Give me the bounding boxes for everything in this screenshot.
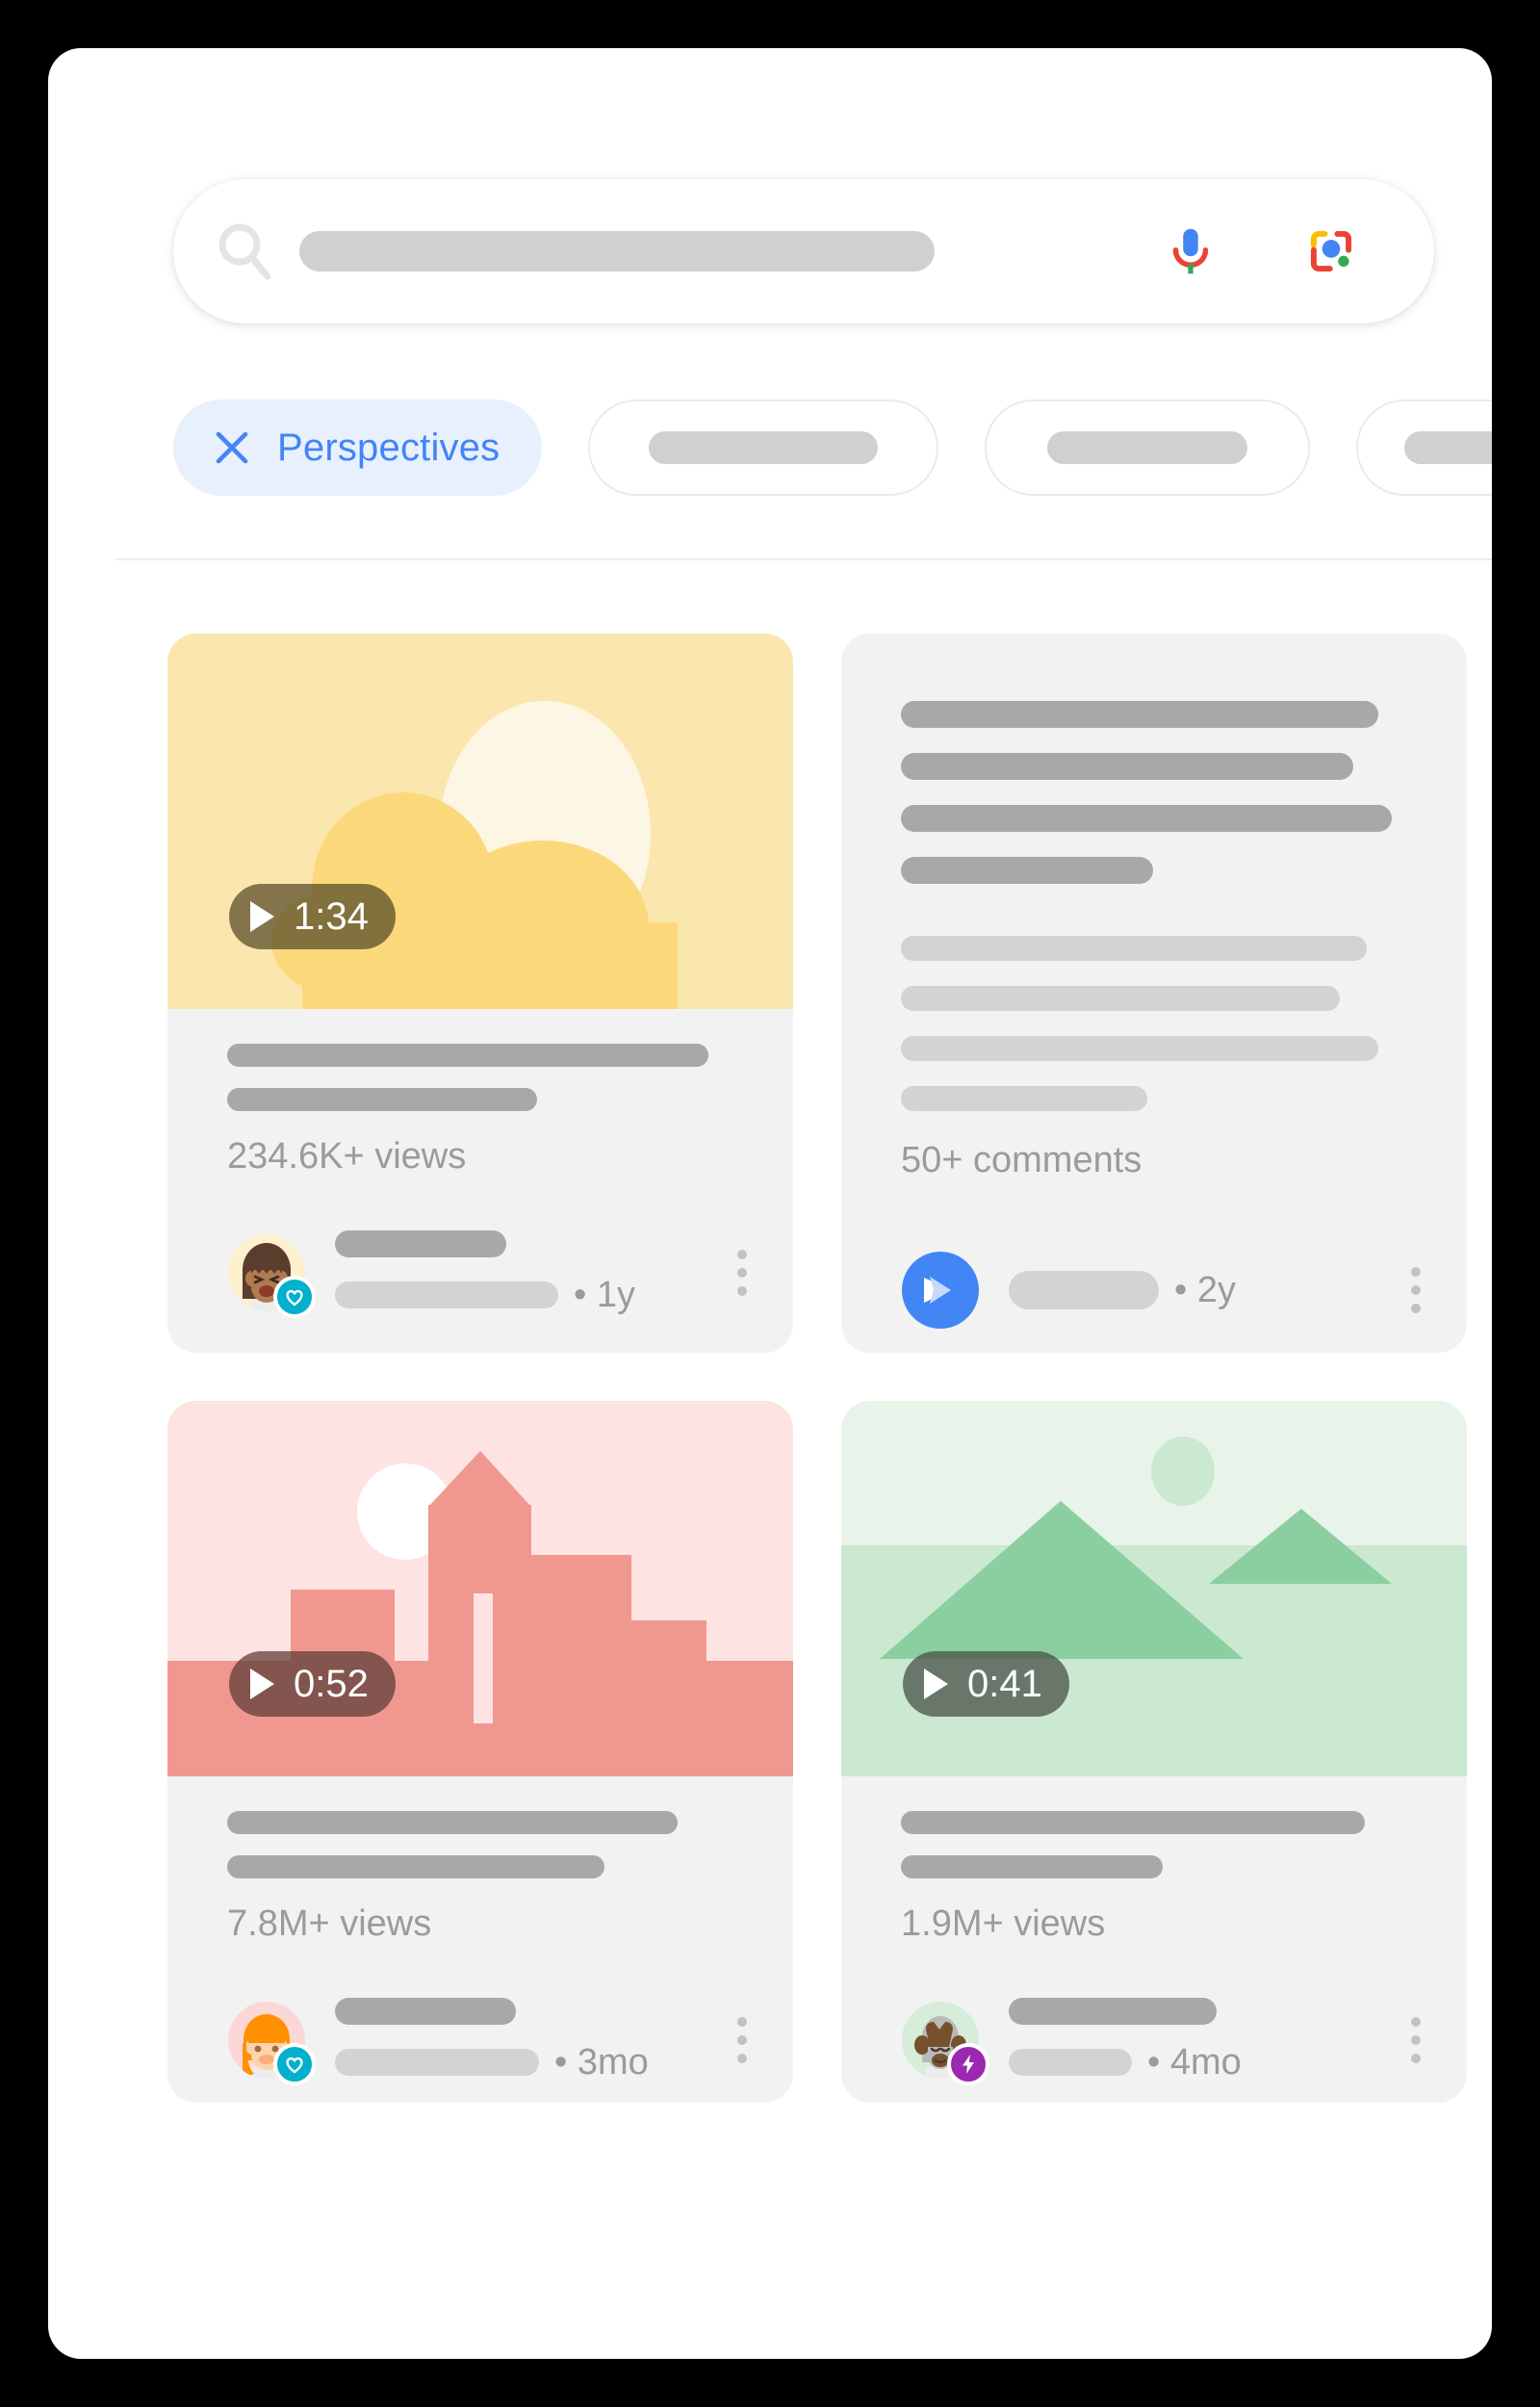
channel-name-placeholder [335, 1229, 506, 1257]
chip-placeholder-3[interactable] [1356, 400, 1492, 496]
title-placeholder-line [227, 1044, 708, 1067]
text-placeholder-line [901, 805, 1392, 832]
card-body: 50+ comments [841, 634, 1467, 1181]
results-grid: 1:34 234.6K+ views • 1y 50+ comments • 2… [167, 634, 1467, 2103]
play-icon [250, 1669, 274, 1699]
channel-placeholder: • 1y [335, 1229, 635, 1316]
channel-placeholder: • 3mo [335, 1997, 649, 2083]
result-card-video[interactable]: 1:34 234.6K+ views • 1y [167, 634, 793, 1353]
filter-chips: Perspectives [173, 395, 1492, 501]
city-skyline-illustration: 0:52 [167, 1401, 793, 1776]
avatar[interactable] [227, 2001, 316, 2085]
title-placeholder-line [227, 1811, 678, 1834]
result-card-video[interactable]: 0:41 1.9M+ views • 4mo [841, 1401, 1467, 2103]
duration-label: 0:52 [294, 1662, 369, 1705]
search-bar[interactable] [173, 179, 1434, 324]
text-placeholder-line [901, 936, 1367, 961]
card-body: 7.8M+ views [167, 1776, 793, 1945]
source-placeholder [335, 1281, 558, 1308]
chip-placeholder-2-label [1047, 431, 1248, 464]
duration-badge: 0:52 [229, 1651, 396, 1717]
view-count: 7.8M+ views [227, 1903, 432, 1944]
card-body: 234.6K+ views [167, 1009, 793, 1178]
duration-badge: 0:41 [903, 1651, 1069, 1717]
duration-badge: 1:34 [229, 884, 396, 949]
title-placeholder-line [227, 1855, 604, 1878]
channel-name-placeholder [335, 1997, 516, 2025]
header-divider [116, 558, 1492, 560]
heart-icon [286, 1289, 303, 1307]
source-placeholder [1009, 2049, 1132, 2076]
title-placeholder-line [901, 1855, 1163, 1878]
bolt-icon [962, 2055, 974, 2074]
mountain-landscape-illustration: 0:41 [841, 1401, 1467, 1776]
text-placeholder-line [901, 753, 1353, 780]
search-actions [1161, 221, 1361, 281]
view-count: 1.9M+ views [901, 1903, 1106, 1944]
bolt-badge [947, 2043, 989, 2085]
play-icon [924, 1669, 948, 1699]
channel-placeholder: • 4mo [1009, 1997, 1242, 2083]
text-placeholder-line [901, 857, 1153, 884]
microphone-icon[interactable] [1161, 221, 1220, 281]
avatar[interactable] [901, 1251, 980, 1330]
result-card-video[interactable]: 0:52 7.8M+ views • 3mo [167, 1401, 793, 2103]
card-body: 1.9M+ views [841, 1776, 1467, 1945]
heart-badge [273, 1276, 316, 1318]
duration-label: 0:41 [967, 1662, 1042, 1705]
close-icon[interactable] [212, 427, 252, 468]
chip-perspectives-label: Perspectives [277, 426, 500, 469]
card-footer: • 2y [841, 1228, 1467, 1353]
source-name-placeholder [1009, 1271, 1159, 1309]
age-label: • 4mo [1147, 2041, 1242, 2083]
avatar[interactable] [901, 2001, 989, 2085]
age-label: • 3mo [554, 2041, 649, 2083]
title-placeholder-line [227, 1088, 537, 1111]
avatar[interactable] [227, 1233, 316, 1318]
overflow-menu-icon[interactable] [737, 1250, 755, 1296]
chip-placeholder-3-label [1404, 431, 1492, 464]
source-placeholder [335, 2049, 539, 2076]
chip-placeholder-1-label [649, 431, 879, 464]
chip-placeholder-2[interactable] [985, 400, 1311, 496]
chip-placeholder-1[interactable] [588, 400, 939, 496]
age-label: • 2y [1174, 1269, 1236, 1310]
play-icon [250, 901, 274, 932]
google-lens-icon[interactable] [1301, 221, 1361, 281]
card-footer: • 4mo [841, 1978, 1467, 2103]
heart-badge [273, 2043, 316, 2085]
text-placeholder-line [901, 1086, 1147, 1111]
search-input[interactable] [299, 231, 935, 272]
duration-label: 1:34 [294, 894, 369, 938]
app-window: Perspectives 1:34 234.6K+ views • 1y 50+… [48, 48, 1492, 2359]
card-footer: • 3mo [167, 1978, 793, 2103]
text-placeholder-line [901, 986, 1340, 1011]
search-icon [215, 220, 278, 283]
overflow-menu-icon[interactable] [737, 2017, 755, 2063]
age-label: • 1y [574, 1274, 635, 1315]
result-card-comment[interactable]: 50+ comments • 2y [841, 634, 1467, 1353]
chip-perspectives[interactable]: Perspectives [173, 400, 543, 496]
sun-cloud-illustration: 1:34 [167, 634, 793, 1009]
heart-icon [286, 2057, 303, 2074]
text-placeholder-line [901, 1036, 1378, 1061]
overflow-menu-icon[interactable] [1411, 1267, 1428, 1313]
card-footer: • 1y [167, 1210, 793, 1335]
title-placeholder-line [901, 1811, 1365, 1834]
comment-count: 50+ comments [901, 1140, 1142, 1180]
channel-name-placeholder [1009, 1997, 1217, 2025]
view-count: 234.6K+ views [227, 1136, 467, 1177]
text-placeholder-line [901, 701, 1378, 728]
source-placeholder: • 2y [1009, 1270, 1236, 1311]
overflow-menu-icon[interactable] [1411, 2017, 1428, 2063]
